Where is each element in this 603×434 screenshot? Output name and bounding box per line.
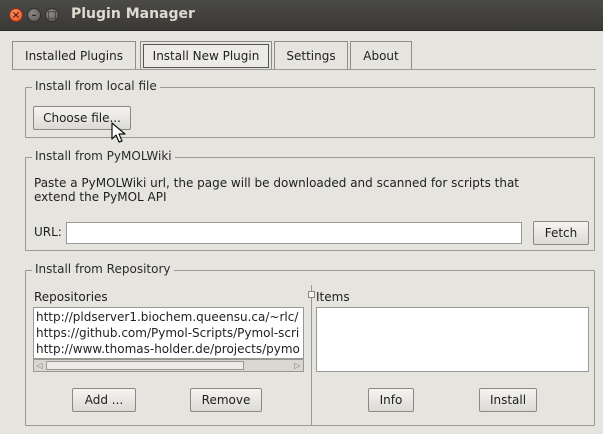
fetch-button[interactable]: Fetch: [533, 221, 589, 245]
repository-legend: Install from Repository: [32, 262, 174, 276]
pane-divider[interactable]: [311, 285, 312, 425]
pymolwiki-legend: Install from PyMOLWiki: [32, 149, 175, 163]
scroll-right-icon[interactable]: ▷: [292, 360, 303, 371]
tab-installed-plugins[interactable]: Installed Plugins: [12, 41, 136, 69]
pymolwiki-description-line1: Paste a PyMOLWiki url, the page will be …: [34, 176, 520, 190]
mouse-pointer-icon: [111, 122, 126, 143]
add-repository-button[interactable]: Add ...: [72, 388, 136, 412]
repositories-label: Repositories: [34, 290, 108, 304]
title-bar: × – □ Plugin Manager: [0, 0, 603, 31]
local-file-legend: Install from local file: [32, 79, 160, 93]
url-input[interactable]: [66, 222, 522, 244]
maximize-window-icon[interactable]: □: [45, 8, 59, 22]
window-title: Plugin Manager: [71, 6, 195, 22]
repositories-horizontal-scrollbar[interactable]: ◁ ▷: [33, 359, 304, 372]
pane-sash-handle[interactable]: [308, 291, 315, 298]
remove-repository-button[interactable]: Remove: [190, 388, 262, 412]
scroll-left-icon[interactable]: ◁: [34, 360, 45, 371]
url-label: URL:: [34, 225, 62, 239]
tab-install-new-plugin[interactable]: Install New Plugin: [140, 41, 272, 69]
scrollbar-thumb[interactable]: [46, 361, 244, 370]
items-list[interactable]: [316, 307, 589, 372]
info-button[interactable]: Info: [368, 388, 414, 412]
list-item[interactable]: http://pldserver1.biochem.queensu.ca/~rl…: [34, 309, 303, 325]
pymolwiki-description-line2: extend the PyMOL API: [34, 190, 167, 204]
close-window-icon[interactable]: ×: [9, 8, 23, 22]
minimize-window-icon[interactable]: –: [27, 8, 41, 22]
repository-group: Install from Repository Repositories htt…: [25, 262, 595, 426]
tab-about[interactable]: About: [350, 41, 412, 69]
install-button[interactable]: Install: [479, 388, 537, 412]
repositories-list[interactable]: http://pldserver1.biochem.queensu.ca/~rl…: [33, 307, 304, 359]
items-label: Items: [316, 290, 350, 304]
list-item[interactable]: https://github.com/Pymol-Scripts/Pymol-s…: [34, 325, 303, 341]
tab-install-new-plugin-label: Install New Plugin: [143, 44, 269, 68]
tab-settings[interactable]: Settings: [274, 41, 348, 69]
pymolwiki-group: Install from PyMOLWiki Paste a PyMOLWiki…: [25, 149, 595, 251]
list-item[interactable]: http://www.thomas-holder.de/projects/pym…: [34, 341, 303, 357]
local-file-group: Install from local file Choose file...: [25, 79, 595, 143]
